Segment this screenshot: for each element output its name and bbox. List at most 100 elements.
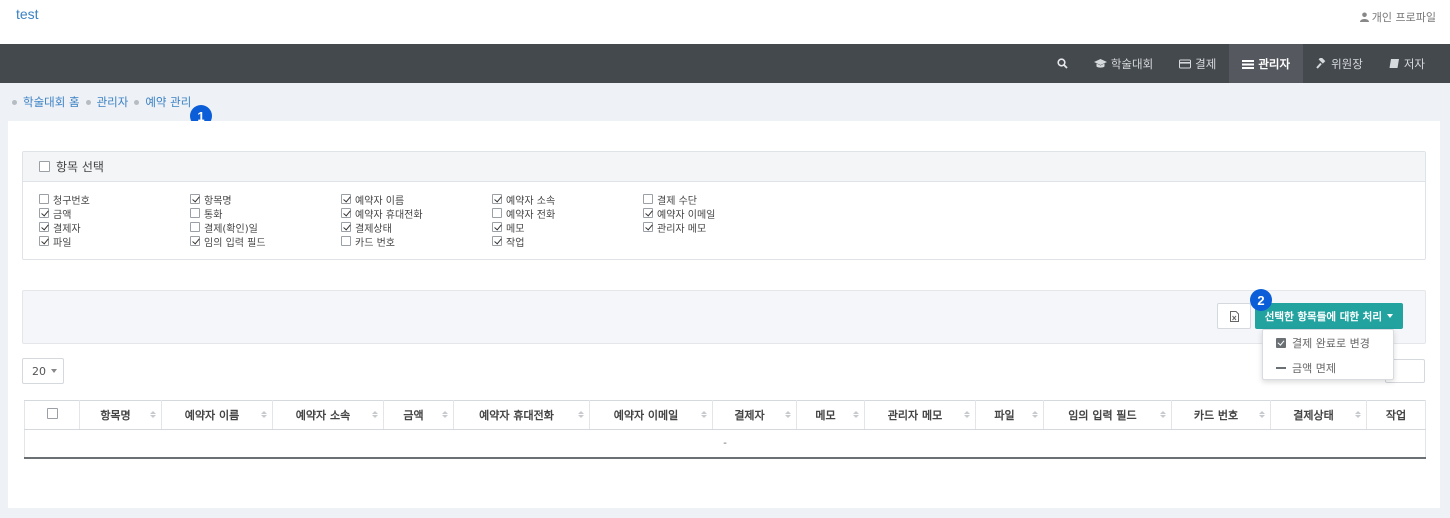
sort-icon [150,411,156,418]
sort-icon [1355,411,1361,418]
column-header-label: 작업 [1385,409,1407,422]
column-option[interactable]: 예약자 전화 [492,207,643,221]
column-option-checkbox[interactable] [190,222,200,232]
column-header-label: 항목명 [100,409,131,422]
column-header[interactable]: 결제자 [712,400,797,430]
column-header[interactable]: 작업 [1366,400,1426,430]
nav-item-author[interactable]: 저자 [1376,44,1438,83]
column-header[interactable]: 금액 [383,400,454,430]
column-header[interactable]: 카드 번호 [1171,400,1271,430]
column-option-checkbox[interactable] [492,222,502,232]
breadcrumb: 학술대회 홈 관리자 예약 관리 [12,94,191,110]
column-option-checkbox[interactable] [39,222,49,232]
page-size-select[interactable]: 20 [22,358,64,384]
column-option-checkbox[interactable] [492,208,502,218]
check-square-icon [1276,337,1286,348]
nav-item-admin[interactable]: 관리자 [1229,44,1304,83]
column-header-label: 결제상태 [1293,409,1334,422]
column-option[interactable]: 결제 수단 [643,193,794,207]
column-option[interactable]: 임의 입력 필드 [190,235,341,249]
column-header-label: 임의 입력 필드 [1068,409,1137,422]
menu-item-waive-amount[interactable]: 금액 면제 [1263,355,1393,380]
column-option[interactable]: 작업 [492,235,643,249]
column-option[interactable]: 파일 [39,235,190,249]
column-header[interactable]: 관리자 메모 [864,400,976,430]
column-option[interactable]: 통화 [190,207,341,221]
column-option[interactable]: 예약자 이메일 [643,207,794,221]
app-title[interactable]: test [16,6,39,22]
column-header[interactable]: 예약자 소속 [272,400,384,430]
column-option-checkbox[interactable] [643,208,653,218]
column-option-checkbox[interactable] [492,236,502,246]
nav-label: 위원장 [1331,56,1363,71]
column-option[interactable]: 메모 [492,221,643,235]
column-option[interactable]: 카드 번호 [341,235,492,249]
column-option-checkbox[interactable] [190,194,200,204]
column-header[interactable]: 예약자 이메일 [589,400,713,430]
profile-link[interactable]: 개인 프로파일 [1359,9,1436,25]
column-option[interactable]: 예약자 휴대전화 [341,207,492,221]
nav-item-payment[interactable]: 결제 [1166,44,1229,83]
column-option[interactable]: 항목명 [190,193,341,207]
column-option-checkbox[interactable] [643,194,653,204]
column-option-checkbox[interactable] [190,236,200,246]
column-option-checkbox[interactable] [341,222,351,232]
column-header[interactable]: 예약자 이름 [161,400,273,430]
nav-label: 저자 [1403,56,1425,71]
bullet-icon [134,99,140,105]
select-all-checkbox[interactable] [39,161,50,172]
column-option-checkbox[interactable] [39,208,49,218]
select-all-rows[interactable] [24,400,80,430]
column-option-label: 임의 입력 필드 [204,237,266,249]
column-option-checkbox[interactable] [492,194,502,204]
column-option-checkbox[interactable] [643,222,653,232]
column-header[interactable]: 임의 입력 필드 [1043,400,1172,430]
column-header-label: 결제자 [734,409,765,422]
column-header[interactable]: 예약자 휴대전화 [453,400,590,430]
chevron-down-icon [1387,314,1393,318]
bullet-icon [85,99,91,105]
row-select-all-checkbox[interactable] [46,408,58,419]
column-option-checkbox[interactable] [190,208,200,218]
sort-icon [1032,411,1038,418]
column-option-label: 결제상태 [355,223,392,235]
column-option[interactable]: 예약자 소속 [492,193,643,207]
empty-cell: - [24,429,1426,459]
column-header[interactable]: 결제상태 [1270,400,1367,430]
table-header-row: 항목명 예약자 이름 예약자 소속 금액 예약자 휴대전화 예약자 이메일 결제자 메모 관리자… [24,400,1426,430]
column-header[interactable]: 메모 [796,400,865,430]
column-option-checkbox[interactable] [341,236,351,246]
column-option[interactable]: 청구번호 [39,193,190,207]
menu-item-mark-paid[interactable]: 결제 완료로 변경 [1263,330,1393,355]
profile-label: 개인 프로파일 [1371,11,1436,24]
breadcrumb-item[interactable]: 예약 관리 [128,94,191,110]
column-option[interactable]: 관리자 메모 [643,221,794,235]
column-option[interactable]: 결제자 [39,221,190,235]
export-button[interactable] [1217,303,1251,329]
column-option-checkbox[interactable] [341,194,351,204]
column-header[interactable]: 항목명 [79,400,162,430]
column-option-checkbox[interactable] [39,236,49,246]
column-option-label: 관리자 메모 [657,223,707,235]
column-option-checkbox[interactable] [39,194,49,204]
sort-icon [701,411,707,418]
user-icon [1359,12,1369,22]
nav-item-chair[interactable]: 위원장 [1303,44,1376,83]
nav-label: 결제 [1195,56,1217,71]
breadcrumb-item[interactable]: 관리자 [80,94,128,110]
nav-search[interactable] [1044,44,1081,83]
book-icon [1389,59,1399,68]
column-option[interactable]: 예약자 이름 [341,193,492,207]
column-option[interactable]: 금액 [39,207,190,221]
column-header[interactable]: 파일 [975,400,1044,430]
bulk-action-button[interactable]: 선택한 항목들에 대한 처리 [1254,303,1403,329]
column-option-label: 청구번호 [53,195,90,207]
column-select-panel: 항목 선택 청구번호 항목명 예약자 이름 예약자 소속 결제 수단금액 통화 예약자 휴대… [22,151,1426,260]
breadcrumb-item[interactable]: 학술대회 홈 [12,94,80,110]
column-select-header[interactable]: 항목 선택 [23,152,1425,182]
column-option[interactable]: 결제(확인)일 [190,221,341,235]
nav-item-conference[interactable]: 학술대회 [1081,44,1166,83]
panel-title: 항목 선택 [56,160,104,174]
column-option-checkbox[interactable] [341,208,351,218]
column-option[interactable]: 결제상태 [341,221,492,235]
